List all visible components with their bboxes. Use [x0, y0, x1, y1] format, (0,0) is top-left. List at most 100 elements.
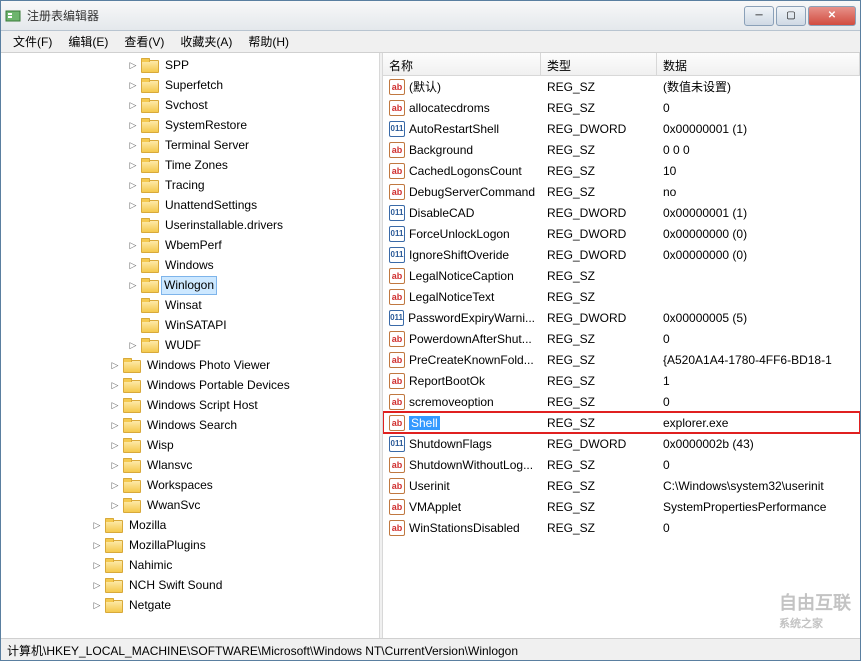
tree-node[interactable]: ▷Workspaces [1, 475, 379, 495]
expand-icon[interactable]: ▷ [127, 59, 139, 71]
list-row[interactable]: 011IgnoreShiftOverideREG_DWORD0x00000000… [383, 244, 860, 265]
tree-node[interactable]: ▷WUDF [1, 335, 379, 355]
expand-icon[interactable]: ▷ [109, 459, 121, 471]
tree-node[interactable]: ▷WbemPerf [1, 235, 379, 255]
expand-icon[interactable]: ▷ [127, 99, 139, 111]
maximize-button[interactable]: ▢ [776, 6, 806, 26]
tree-node[interactable]: ▷Svchost [1, 95, 379, 115]
expand-icon[interactable]: ▷ [91, 579, 103, 591]
expand-icon[interactable]: ▷ [127, 79, 139, 91]
titlebar[interactable]: 注册表编辑器 ─ ▢ ✕ [1, 1, 860, 31]
list-row[interactable]: abLegalNoticeCaptionREG_SZ [383, 265, 860, 286]
tree-node[interactable]: ▷ MozillaPlugins [1, 535, 379, 555]
expand-icon[interactable]: ▷ [127, 259, 139, 271]
folder-icon [123, 498, 139, 512]
value-data: 0 [657, 332, 860, 346]
tree-node[interactable]: ▷Windows Portable Devices [1, 375, 379, 395]
list-row[interactable]: abBackgroundREG_SZ0 0 0 [383, 139, 860, 160]
tree-node[interactable]: ▷Wlansvc [1, 455, 379, 475]
value-type: REG_SZ [541, 353, 657, 367]
menu-favorites[interactable]: 收藏夹(A) [172, 31, 240, 52]
expand-icon[interactable]: ▷ [127, 119, 139, 131]
expand-icon[interactable]: ▷ [91, 559, 103, 571]
expand-icon[interactable]: ▷ [127, 139, 139, 151]
tree-node[interactable]: ▷Windows [1, 255, 379, 275]
expand-icon[interactable]: ▷ [127, 339, 139, 351]
list-row[interactable]: abReportBootOkREG_SZ1 [383, 370, 860, 391]
values-list[interactable]: ab(默认)REG_SZ(数值未设置)aballocatecdromsREG_S… [383, 76, 860, 638]
tree-label: Winlogon [161, 276, 217, 295]
tree-node[interactable]: Winsat [1, 295, 379, 315]
value-data: 0 0 0 [657, 143, 860, 157]
tree-node[interactable]: ▷SPP [1, 55, 379, 75]
list-row[interactable]: ab(默认)REG_SZ(数值未设置) [383, 76, 860, 97]
tree-node[interactable]: ▷Tracing [1, 175, 379, 195]
list-row[interactable]: 011ForceUnlockLogonREG_DWORD0x00000000 (… [383, 223, 860, 244]
tree-node[interactable]: ▷Wisp [1, 435, 379, 455]
expand-icon[interactable]: ▷ [127, 239, 139, 251]
expand-icon[interactable]: ▷ [127, 159, 139, 171]
tree-node[interactable]: ▷Windows Photo Viewer [1, 355, 379, 375]
tree-node[interactable]: ▷Windows Search [1, 415, 379, 435]
expand-icon[interactable]: ▷ [109, 499, 121, 511]
menu-help[interactable]: 帮助(H) [240, 31, 297, 52]
tree-node[interactable]: ▷Terminal Server [1, 135, 379, 155]
expand-icon[interactable]: ▷ [91, 519, 103, 531]
list-row[interactable]: abDebugServerCommandREG_SZno [383, 181, 860, 202]
menu-view[interactable]: 查看(V) [116, 31, 172, 52]
tree-node[interactable]: ▷Mozilla [1, 515, 379, 535]
tree-node[interactable]: ▷Windows Script Host [1, 395, 379, 415]
list-row[interactable]: abscremoveoptionREG_SZ0 [383, 391, 860, 412]
expand-icon[interactable]: ▷ [109, 379, 121, 391]
list-row[interactable]: abLegalNoticeTextREG_SZ [383, 286, 860, 307]
tree-node[interactable]: ▷SystemRestore [1, 115, 379, 135]
tree-node[interactable]: ▷Superfetch [1, 75, 379, 95]
menu-edit[interactable]: 编辑(E) [60, 31, 116, 52]
status-path: 计算机\HKEY_LOCAL_MACHINE\SOFTWARE\Microsof… [7, 644, 518, 658]
header-data[interactable]: 数据 [657, 53, 860, 75]
expand-icon[interactable]: ▷ [127, 279, 139, 291]
list-row[interactable]: abPowerdownAfterShut...REG_SZ0 [383, 328, 860, 349]
close-button[interactable]: ✕ [808, 6, 856, 26]
menu-file[interactable]: 文件(F) [5, 31, 60, 52]
expand-icon[interactable]: ▷ [109, 439, 121, 451]
list-row[interactable]: abVMAppletREG_SZSystemPropertiesPerforma… [383, 496, 860, 517]
header-type[interactable]: 类型 [541, 53, 657, 75]
tree-node[interactable]: ▷ Winlogon [1, 275, 379, 295]
expand-icon[interactable]: ▷ [91, 599, 103, 611]
expand-icon[interactable]: ▷ [109, 419, 121, 431]
list-row[interactable]: 011AutoRestartShellREG_DWORD0x00000001 (… [383, 118, 860, 139]
tree-label: Userinstallable.drivers [161, 214, 287, 236]
list-row[interactable]: 011PasswordExpiryWarni...REG_DWORD0x0000… [383, 307, 860, 328]
expand-icon[interactable]: ▷ [109, 359, 121, 371]
minimize-button[interactable]: ─ [744, 6, 774, 26]
tree-node[interactable]: ▷UnattendSettings [1, 195, 379, 215]
expand-icon[interactable]: ▷ [91, 539, 103, 551]
expand-icon[interactable]: ▷ [109, 399, 121, 411]
expand-icon[interactable]: ▷ [127, 199, 139, 211]
list-row[interactable]: aballocatecdromsREG_SZ0 [383, 97, 860, 118]
list-row[interactable]: 011ShutdownFlagsREG_DWORD0x0000002b (43) [383, 433, 860, 454]
list-row[interactable]: abUserinitREG_SZC:\Windows\system32\user… [383, 475, 860, 496]
expand-icon[interactable]: ▷ [127, 179, 139, 191]
expand-icon[interactable]: ▷ [109, 479, 121, 491]
tree-node[interactable]: ▷Nahimic [1, 555, 379, 575]
tree-node[interactable]: ▷WwanSvc [1, 495, 379, 515]
tree-node[interactable]: WinSATAPI [1, 315, 379, 335]
tree-node[interactable]: ▷Netgate [1, 595, 379, 615]
tree-pane[interactable]: ▷SPP▷Superfetch▷Svchost▷SystemRestore▷Te… [1, 53, 379, 638]
tree-label: MozillaPlugins [125, 534, 210, 556]
header-name[interactable]: 名称 [383, 53, 541, 75]
tree-node[interactable]: ▷NCH Swift Sound [1, 575, 379, 595]
dword-value-icon: 011 [389, 226, 405, 242]
tree-node[interactable]: Userinstallable.drivers [1, 215, 379, 235]
list-row[interactable]: abCachedLogonsCountREG_SZ10 [383, 160, 860, 181]
dword-value-icon: 011 [389, 247, 405, 263]
list-row[interactable]: abPreCreateKnownFold...REG_SZ{A520A1A4-1… [383, 349, 860, 370]
list-row[interactable]: 011DisableCADREG_DWORD0x00000001 (1) [383, 202, 860, 223]
tree-node[interactable]: ▷Time Zones [1, 155, 379, 175]
list-row[interactable]: abWinStationsDisabledREG_SZ0 [383, 517, 860, 538]
list-row[interactable]: abShutdownWithoutLog...REG_SZ0 [383, 454, 860, 475]
list-row[interactable]: abShellREG_SZexplorer.exe [383, 412, 860, 433]
folder-icon [141, 298, 157, 312]
